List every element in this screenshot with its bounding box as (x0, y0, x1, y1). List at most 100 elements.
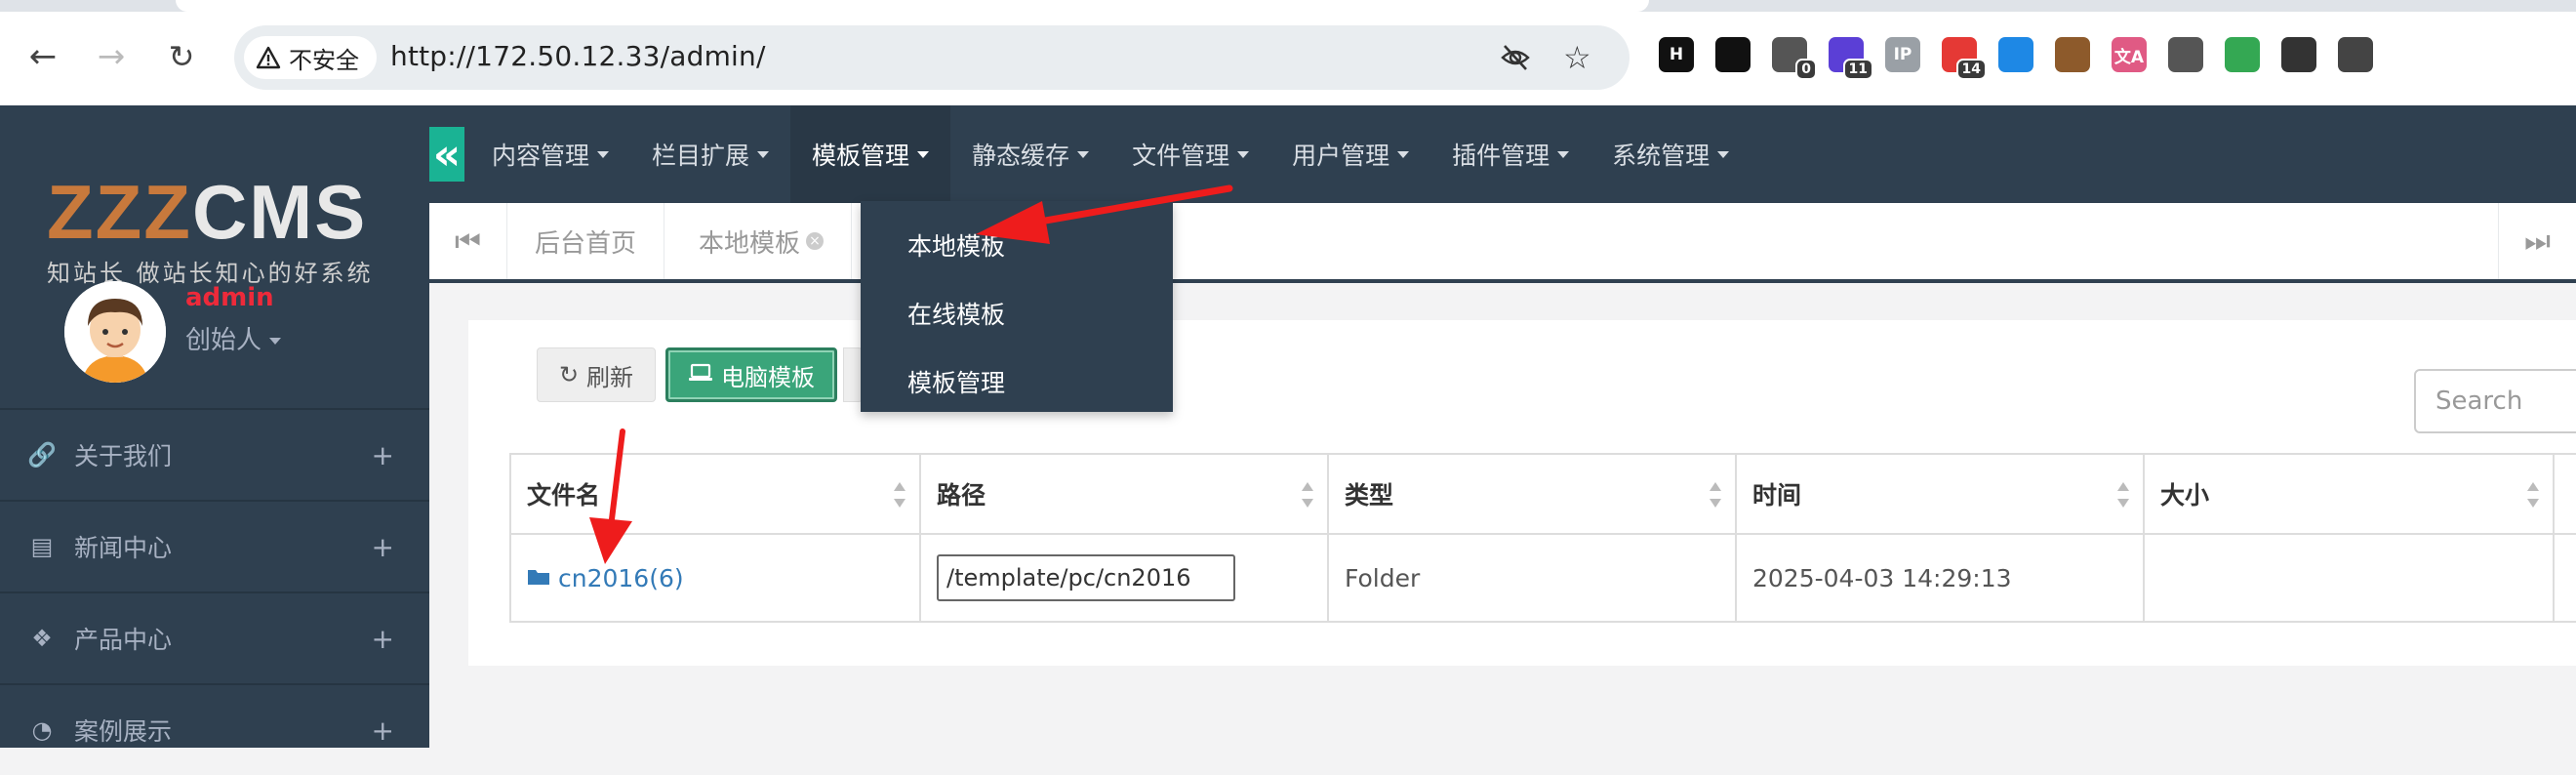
refresh-button[interactable]: ↻ 刷新 (537, 347, 656, 402)
url-text[interactable]: http://172.50.12.33/admin/ (390, 40, 766, 72)
tabs-scroll-left-icon[interactable]: ⏮ (429, 203, 507, 279)
nav-content[interactable]: 内容管理 (470, 105, 630, 203)
link-icon: 🔗 (27, 441, 57, 469)
column-header-filename[interactable]: 文件名 (509, 453, 921, 535)
folder-link[interactable]: cn2016(6) (527, 564, 904, 592)
security-chip[interactable]: 不安全 (244, 36, 377, 79)
user-name[interactable]: admin (185, 283, 274, 312)
nav-users[interactable]: 用户管理 (1270, 105, 1430, 203)
pie-chart-icon: ◔ (31, 716, 53, 744)
sidebar-item-news[interactable]: ▤ 新闻中心 + (0, 500, 429, 591)
user-role-dropdown[interactable]: 创始人 (185, 320, 282, 356)
refresh-icon: ↻ (558, 361, 580, 388)
caret-down-icon (757, 150, 770, 158)
puzzle-icon[interactable] (2338, 37, 2373, 72)
nav-plugins[interactable]: 插件管理 (1430, 105, 1590, 203)
extension-badge: 11 (1842, 59, 1873, 80)
extension-badge: 0 (1795, 59, 1817, 80)
mask-icon[interactable] (1998, 37, 2033, 72)
pc-template-button[interactable]: 电脑模板 (665, 347, 837, 402)
capture-icon[interactable]: 0 (1772, 37, 1817, 80)
nav-columns[interactable]: 栏目扩展 (630, 105, 790, 203)
caret-down-icon (1077, 150, 1090, 158)
reload-icon[interactable]: ↻ (160, 35, 203, 78)
circle-icon[interactable] (1715, 37, 1751, 72)
forward-icon[interactable]: → (90, 35, 133, 78)
sidebar-item-label: 案例展示 (74, 717, 173, 746)
recycle-icon[interactable] (2168, 37, 2203, 72)
search-input[interactable]: Search (2414, 369, 2576, 433)
mobile-template-button[interactable] (843, 347, 863, 402)
caret-down-icon (1717, 150, 1730, 158)
caret-down-icon (1557, 150, 1570, 158)
caret-down-icon (1237, 150, 1250, 158)
cell-type: Folder (1327, 533, 1737, 623)
laptop-icon (688, 361, 713, 388)
stack-icon[interactable]: 11 (1829, 37, 1873, 80)
caret-down-icon (1397, 150, 1410, 158)
tab-dashboard[interactable]: 后台首页 (507, 203, 665, 279)
column-header-actions (2553, 453, 2576, 535)
close-tab-icon[interactable]: × (806, 232, 825, 250)
column-header-time[interactable]: 时间 (1735, 453, 2145, 535)
menu-item-online-templates[interactable]: 在线模板 (861, 279, 1173, 347)
ip-icon[interactable]: IP (1885, 37, 1920, 72)
sort-icon (1710, 482, 1721, 508)
menu-item-template-management[interactable]: 模板管理 (861, 347, 1173, 416)
bookmark-star-icon[interactable]: ☆ (1563, 42, 1594, 73)
column-header-size[interactable]: 大小 (2143, 453, 2555, 535)
nav-system[interactable]: 系统管理 (1590, 105, 1751, 203)
sort-icon (2117, 482, 2129, 508)
nav-templates[interactable]: 模板管理 (790, 105, 951, 203)
calendar-icon[interactable]: 14 (1942, 37, 1987, 80)
extensions-bar: H 0 11 IP 14 文A (1659, 33, 2373, 80)
caret-down-icon (917, 150, 930, 158)
sort-icon (1302, 482, 1313, 508)
browser-active-tab[interactable] (176, 0, 1649, 12)
plus-icon: + (371, 438, 394, 471)
cookie-icon[interactable] (2055, 37, 2090, 72)
column-header-path[interactable]: 路径 (919, 453, 1329, 535)
table-header-row: 文件名 路径 类型 时间 大小 (509, 453, 2576, 535)
column-header-type[interactable]: 类型 (1327, 453, 1737, 535)
sort-icon (2527, 482, 2539, 508)
nav-static-cache[interactable]: 静态缓存 (950, 105, 1110, 203)
hat-icon[interactable] (2281, 37, 2316, 72)
main-menu: 内容管理 栏目扩展 模板管理 静态缓存 文件管理 用户管理 插件管理 系统管理 (470, 105, 1751, 203)
caret-down-icon (597, 150, 610, 158)
sidebar-item-products[interactable]: ❖ 产品中心 + (0, 591, 429, 683)
sidebar: ZZZCMS 知站长 做站长知心的好系统 admin 创始人 🔗 关于我们 + … (0, 105, 429, 748)
sidebar-item-cases[interactable]: ◔ 案例展示 + (0, 683, 429, 775)
sidebar-item-about[interactable]: 🔗 关于我们 + (0, 408, 429, 500)
collapse-sidebar-icon[interactable]: « (429, 127, 464, 182)
sidebar-item-label: 产品中心 (74, 626, 173, 654)
folder-icon (527, 564, 550, 592)
cell-time: 2025-04-03 14:29:13 (1735, 533, 2145, 623)
path-field[interactable] (937, 554, 1235, 601)
table-row: cn2016(6) Folder 2025-04-03 14:29:13 (509, 533, 2576, 623)
tabs-scroll-right-icon[interactable]: ⏭ (2498, 203, 2576, 279)
nav-files[interactable]: 文件管理 (1110, 105, 1270, 203)
template-table: 文件名 路径 类型 时间 大小 cn2016(6) /template/pc/c… (509, 453, 2576, 623)
main-panel: ↻ 刷新 电脑模板 Search 文件名 路径 类型 时间 大小 cn2016(… (468, 320, 2576, 666)
warning-triangle-icon (256, 46, 281, 69)
plus-icon: + (371, 714, 394, 747)
caret-down-icon (269, 338, 282, 345)
cubes-icon: ❖ (31, 625, 53, 652)
newspaper-icon: ▤ (30, 533, 54, 560)
menu-item-local-templates[interactable]: 本地模板 (861, 211, 1173, 279)
top-navbar: « 内容管理 栏目扩展 模板管理 静态缓存 文件管理 用户管理 插件管理 系统管… (429, 105, 2576, 203)
page-tabs-bar: ⏮ 后台首页 本地模板 × ⏭ (429, 203, 2576, 283)
shield-check-icon[interactable] (2225, 37, 2260, 72)
plus-icon: + (371, 530, 394, 563)
eye-slash-icon[interactable] (1500, 42, 1531, 73)
address-bar[interactable]: 不安全 http://172.50.12.33/admin/ ☆ (234, 25, 1630, 90)
zzzcms-logo: ZZZCMS 知站长 做站长知心的好系统 (47, 174, 388, 287)
back-icon[interactable]: ← (21, 35, 64, 78)
security-label: 不安全 (289, 46, 359, 74)
h-icon[interactable]: H (1659, 37, 1694, 72)
browser-toolbar: ← → ↻ 不安全 http://172.50.12.33/admin/ ☆ H… (0, 0, 2576, 105)
translate-icon[interactable]: 文A (2112, 37, 2147, 72)
tab-local-templates[interactable]: 本地模板 × (671, 203, 853, 279)
avatar[interactable] (64, 281, 166, 383)
